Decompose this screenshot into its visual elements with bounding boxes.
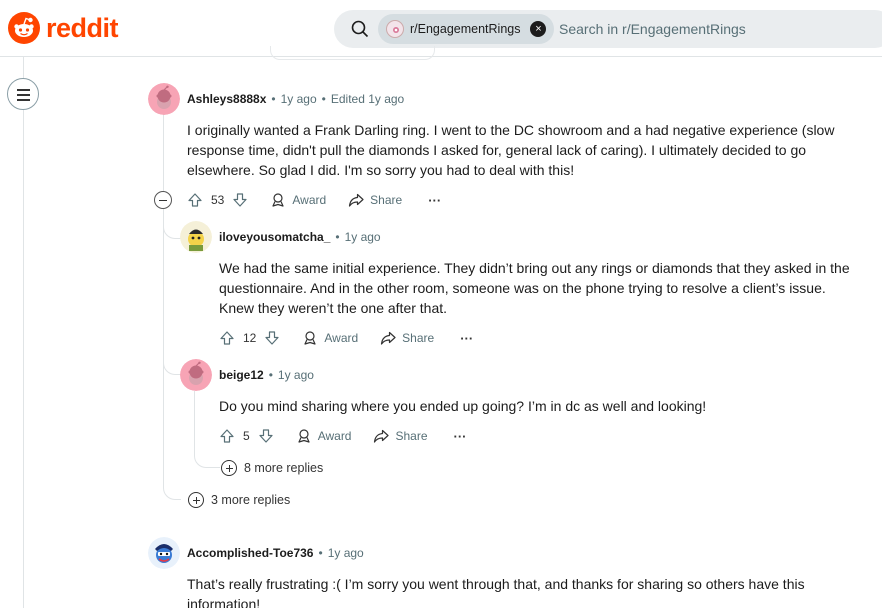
more-replies-link[interactable]: 3 more replies [211,493,290,507]
avatar[interactable] [180,221,212,253]
search-input[interactable]: Search in r/EngagementRings [559,21,746,37]
left-rail-divider [23,57,24,608]
downvote-icon [233,193,247,207]
vote-count: 53 [211,193,225,207]
upvote-button[interactable] [187,192,203,208]
username-link[interactable]: Accomplished-Toe736 [187,546,313,560]
award-label: Award [324,331,359,345]
upvote-icon [220,429,234,443]
comment-body: I originally wanted a Frank Darling ring… [187,122,835,178]
menu-button[interactable] [7,78,39,110]
avatar[interactable] [148,537,180,569]
comment-body: That’s really frustrating :( I’m sorry y… [187,576,805,608]
subreddit-filter-chip[interactable]: r/EngagementRings × [378,14,555,44]
subreddit-avatar-icon [386,20,404,38]
expand-replies-icon[interactable] [221,460,237,476]
thread-line [163,209,181,375]
upvote-button[interactable] [219,330,235,346]
comment-actions: 53 Award Share ··· [187,189,441,211]
timestamp[interactable]: 1y ago [281,92,317,106]
vote-count: 5 [243,429,250,443]
award-label: Award [292,193,327,207]
comment-actions: 5 Award Share ··· [219,425,467,447]
username-link[interactable]: Ashleys8888x [187,92,266,106]
subreddit-chip-label: r/EngagementRings [410,22,521,36]
search-icon [351,20,369,38]
avatar[interactable] [180,359,212,391]
divider [270,46,435,60]
thread-line [194,391,220,468]
username-link[interactable]: beige12 [219,368,264,382]
reddit-logo[interactable]: reddit [8,12,119,44]
comment-body: Do you mind sharing where you ended up g… [219,398,707,414]
comment-meta: beige12 • 1y ago [219,368,314,382]
share-button[interactable]: Share [380,330,434,346]
timestamp[interactable]: 1y ago [345,230,381,244]
award-button[interactable]: Award [296,428,352,444]
edited-label: Edited 1y ago [330,92,405,106]
username-link[interactable]: iloveyousomatcha_ [219,230,330,244]
snoo-icon [8,12,40,44]
more-options-button[interactable]: ··· [454,429,467,444]
avatar[interactable] [148,83,180,115]
award-button[interactable]: Award [302,330,358,346]
vote-count: 12 [243,331,257,345]
more-options-button[interactable]: ··· [428,193,441,208]
comment-meta: iloveyousomatcha_ • 1y ago [219,230,381,244]
timestamp[interactable]: 1y ago [328,546,364,560]
share-icon [374,429,390,443]
share-label: Share [370,193,403,207]
award-button[interactable]: Award [270,192,326,208]
award-icon [298,429,310,443]
award-label: Award [317,429,352,443]
downvote-button[interactable] [258,428,274,444]
comment-body: We had the same initial experience. They… [219,260,850,316]
award-icon [272,193,284,207]
comment-actions: 12 Award Share ··· [219,327,473,349]
collapse-thread-button[interactable] [154,191,172,209]
downvote-icon [259,429,273,443]
expand-replies-icon[interactable] [188,492,204,508]
upvote-button[interactable] [219,428,235,444]
award-icon [304,331,316,345]
share-button[interactable]: Share [348,192,402,208]
downvote-button[interactable] [264,330,280,346]
share-button[interactable]: Share [373,428,428,444]
timestamp[interactable]: 1y ago [278,368,314,382]
chip-close-icon[interactable]: × [530,21,547,37]
downvote-button[interactable] [232,192,248,208]
search-bar[interactable]: r/EngagementRings × Search in r/Engageme… [334,10,882,48]
more-replies-link[interactable]: 8 more replies [244,461,323,475]
share-label: Share [402,331,435,345]
top-header: reddit r/EngagementRings × Search in r/E… [0,0,882,57]
share-label: Share [395,429,428,443]
share-icon [381,331,396,345]
comment-meta: Accomplished-Toe736 • 1y ago [187,546,364,560]
logo-text: reddit [46,12,119,43]
thread-line [163,113,164,191]
comment-meta: Ashleys8888x • 1y ago • Edited 1y ago [187,92,405,106]
more-options-button[interactable]: ··· [460,331,473,346]
upvote-icon [188,193,202,207]
share-icon [349,193,364,207]
upvote-icon [220,331,234,345]
downvote-icon [265,331,279,345]
